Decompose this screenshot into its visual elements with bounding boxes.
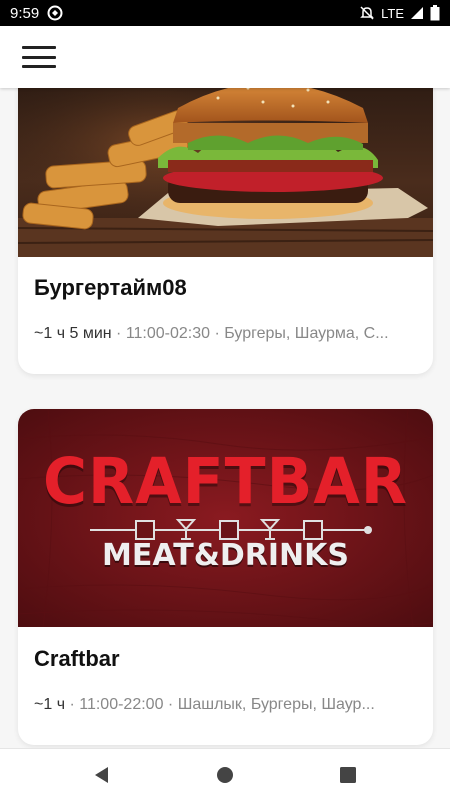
network-type: LTE — [381, 5, 404, 21]
system-nav-bar — [0, 748, 450, 800]
restaurant-list[interactable]: Бургертайм08 ~1 ч 5 мин · 11:00-02:30 · … — [0, 88, 450, 748]
craftbar-logo-title: CRAFTBAR — [43, 445, 408, 519]
restaurant-meta: ~1 ч 5 мин · 11:00-02:30 · Бургеры, Шаур… — [34, 325, 417, 343]
battery-icon — [430, 5, 440, 21]
muted-bell-icon — [359, 5, 375, 21]
status-bar: 9:59 LTE — [0, 0, 450, 26]
home-circle-icon[interactable] — [205, 755, 245, 795]
hamburger-menu-icon[interactable] — [22, 46, 56, 68]
cuisine-list: Шашлык, Бургеры, Шаур... — [177, 696, 375, 713]
delivery-time: ~1 ч — [34, 696, 66, 713]
app-bar — [0, 26, 450, 88]
recents-square-icon[interactable] — [328, 755, 368, 795]
meta-separator: · — [163, 696, 178, 713]
card-body: Бургертайм08 ~1 ч 5 мин · 11:00-02:30 · … — [18, 275, 433, 343]
status-right: LTE — [359, 5, 440, 21]
status-time: 9:59 — [10, 4, 40, 22]
meta-separator: · — [111, 325, 126, 342]
card-body: Craftbar ~1 ч · 11:00-22:00 · Шашлык, Бу… — [18, 646, 433, 714]
delivery-time: ~1 ч 5 мин — [34, 325, 112, 342]
burger-photo — [18, 88, 433, 257]
restaurant-card[interactable]: Бургертайм08 ~1 ч 5 мин · 11:00-02:30 · … — [18, 88, 433, 374]
restaurant-card[interactable]: CRAFTBAR MEAT&DRINKS Craftbar ~1 ч · 11:… — [18, 409, 433, 745]
cuisine-list: Бургеры, Шаурма, С... — [224, 325, 389, 342]
restaurant-name: Бургертайм08 — [34, 275, 187, 300]
meta-separator: · — [210, 325, 225, 342]
restaurant-meta: ~1 ч · 11:00-22:00 · Шашлык, Бургеры, Ша… — [34, 696, 417, 714]
meta-separator: · — [65, 696, 80, 713]
status-left: 9:59 — [10, 5, 63, 22]
sync-icon — [47, 5, 63, 21]
restaurant-name: Craftbar — [34, 646, 120, 671]
signal-icon — [410, 6, 424, 20]
opening-hours: 11:00-22:00 — [79, 696, 164, 713]
craftbar-logo-subtitle: MEAT&DRINKS — [102, 538, 349, 573]
opening-hours: 11:00-02:30 — [125, 325, 211, 342]
back-triangle-icon[interactable] — [82, 755, 122, 795]
craftbar-logo-image: CRAFTBAR MEAT&DRINKS — [18, 409, 433, 627]
